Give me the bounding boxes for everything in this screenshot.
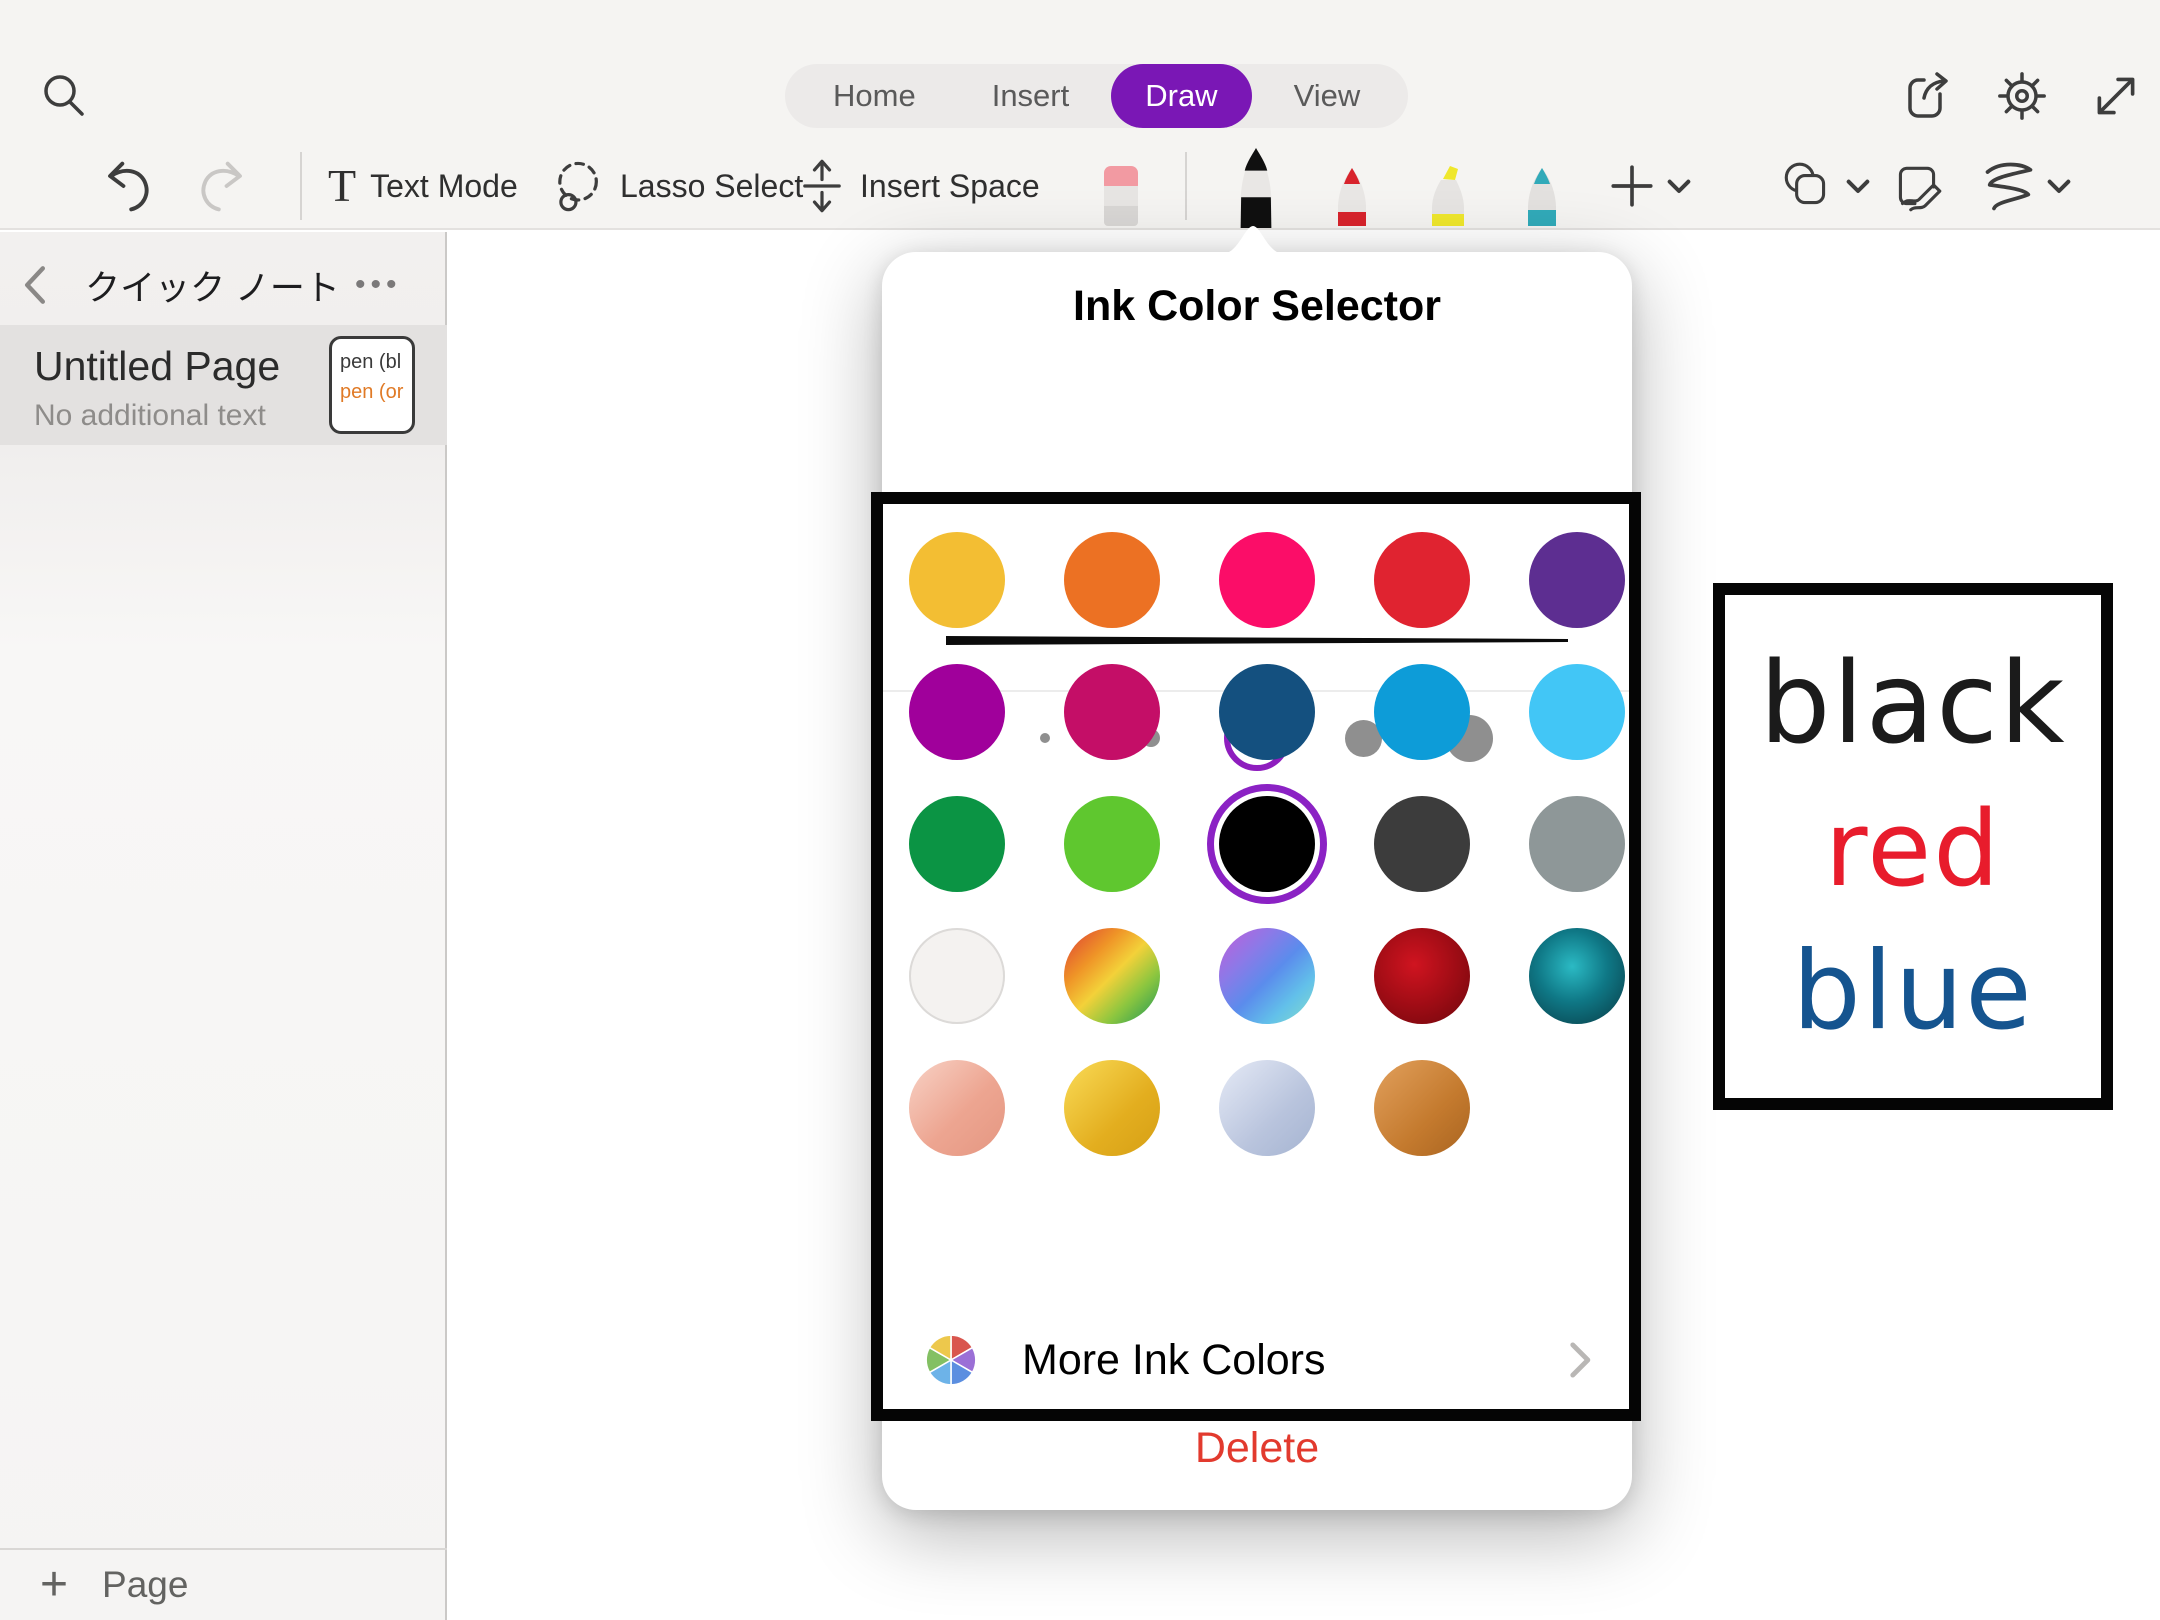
handwritten-word-blue: blue bbox=[1792, 924, 2033, 1059]
tab-view[interactable]: View bbox=[1260, 70, 1395, 122]
delete-button[interactable]: Delete bbox=[882, 1424, 1632, 1473]
black-pen-icon bbox=[1229, 146, 1283, 230]
tab-draw[interactable]: Draw bbox=[1111, 64, 1251, 128]
lasso-icon bbox=[548, 157, 606, 215]
back-button[interactable] bbox=[0, 265, 70, 305]
page-subtitle: No additional text bbox=[34, 399, 266, 433]
redo-button[interactable] bbox=[192, 150, 250, 222]
popup-title: Ink Color Selector bbox=[882, 282, 1632, 331]
sidebar: クイック ノート ••• Untitled Page No additional… bbox=[0, 232, 447, 1620]
tab-insert[interactable]: Insert bbox=[958, 70, 1104, 122]
page-list-item[interactable]: Untitled Page No additional text pen (bl… bbox=[0, 325, 447, 445]
chevron-down-icon bbox=[2047, 179, 2071, 195]
add-pen-button[interactable] bbox=[1604, 158, 1660, 214]
page-thumbnail: pen (blpen (or bbox=[329, 336, 415, 434]
note-with-pen-icon bbox=[1888, 158, 1946, 216]
chevron-left-icon bbox=[22, 265, 48, 305]
pen-gallery-chevron[interactable] bbox=[1662, 172, 1696, 202]
highlighter-yellow[interactable] bbox=[1421, 164, 1475, 233]
redo-icon bbox=[192, 157, 250, 215]
search-button[interactable] bbox=[36, 68, 92, 124]
add-page-label: Page bbox=[102, 1564, 188, 1606]
teal-pencil-icon bbox=[1517, 166, 1567, 228]
search-icon bbox=[38, 70, 90, 122]
insert-space-icon bbox=[798, 157, 846, 215]
fullscreen-button[interactable] bbox=[2086, 68, 2146, 124]
pen-divider bbox=[1185, 152, 1187, 220]
pencil-teal[interactable] bbox=[1517, 166, 1567, 233]
insert-space-label: Insert Space bbox=[860, 168, 1040, 205]
eraser-icon bbox=[1097, 164, 1145, 228]
yellow-highlighter-icon bbox=[1421, 164, 1475, 228]
page-title: Untitled Page bbox=[34, 343, 280, 390]
eraser-tool[interactable] bbox=[1097, 164, 1145, 233]
pen-red[interactable] bbox=[1327, 166, 1377, 233]
handwritten-word-red: red bbox=[1825, 784, 2001, 914]
lasso-label: Lasso Select bbox=[620, 168, 803, 205]
shapes-icon bbox=[1778, 158, 1836, 216]
text-mode-button[interactable]: T Text Mode bbox=[328, 150, 518, 222]
ink-strokes-button[interactable] bbox=[1978, 156, 2040, 218]
annotation-rectangle-color-grid bbox=[871, 492, 1641, 1421]
plus-icon bbox=[1607, 161, 1657, 211]
chevron-down-icon bbox=[1846, 179, 1870, 195]
toolbar-divider bbox=[300, 152, 302, 220]
squiggle-icon bbox=[1979, 157, 2039, 217]
share-icon bbox=[1900, 68, 1956, 124]
handwritten-note-box: blackredblue bbox=[1713, 583, 2113, 1110]
thumbnail-text: pen (or bbox=[340, 377, 408, 407]
fullscreen-icon bbox=[2089, 69, 2143, 123]
section-more-button[interactable]: ••• bbox=[355, 268, 445, 302]
undo-icon bbox=[100, 157, 158, 215]
share-button[interactable] bbox=[1898, 68, 1958, 124]
section-title: クイック ノート bbox=[70, 260, 355, 311]
top-bar: HomeInsertDrawView bbox=[0, 0, 2160, 230]
add-page-button[interactable]: + Page bbox=[0, 1548, 447, 1620]
ink-to-shape-button[interactable] bbox=[1886, 156, 1948, 218]
ink-strokes-chevron[interactable] bbox=[2042, 172, 2076, 202]
gear-icon bbox=[1994, 68, 2050, 124]
text-mode-icon: T bbox=[328, 163, 356, 209]
popup-arrow bbox=[1222, 222, 1284, 254]
shapes-chevron[interactable] bbox=[1841, 172, 1875, 202]
settings-button[interactable] bbox=[1992, 68, 2052, 124]
shapes-button[interactable] bbox=[1776, 156, 1838, 218]
handwritten-word-black: black bbox=[1759, 634, 2066, 774]
undo-button[interactable] bbox=[100, 150, 158, 222]
ribbon-tabs: HomeInsertDrawView bbox=[785, 64, 1408, 128]
red-pen-icon bbox=[1327, 166, 1377, 228]
lasso-select-button[interactable]: Lasso Select bbox=[548, 150, 803, 222]
sidebar-header: クイック ノート ••• bbox=[0, 250, 445, 320]
chevron-down-icon bbox=[1667, 179, 1691, 195]
insert-space-button[interactable]: Insert Space bbox=[798, 150, 1040, 222]
onenote-window: HomeInsertDrawView bbox=[0, 0, 2160, 1620]
plus-icon: + bbox=[40, 1561, 68, 1609]
text-mode-label: Text Mode bbox=[370, 168, 518, 205]
tab-home[interactable]: Home bbox=[799, 70, 950, 122]
thumbnail-text: pen (bl bbox=[340, 347, 408, 377]
